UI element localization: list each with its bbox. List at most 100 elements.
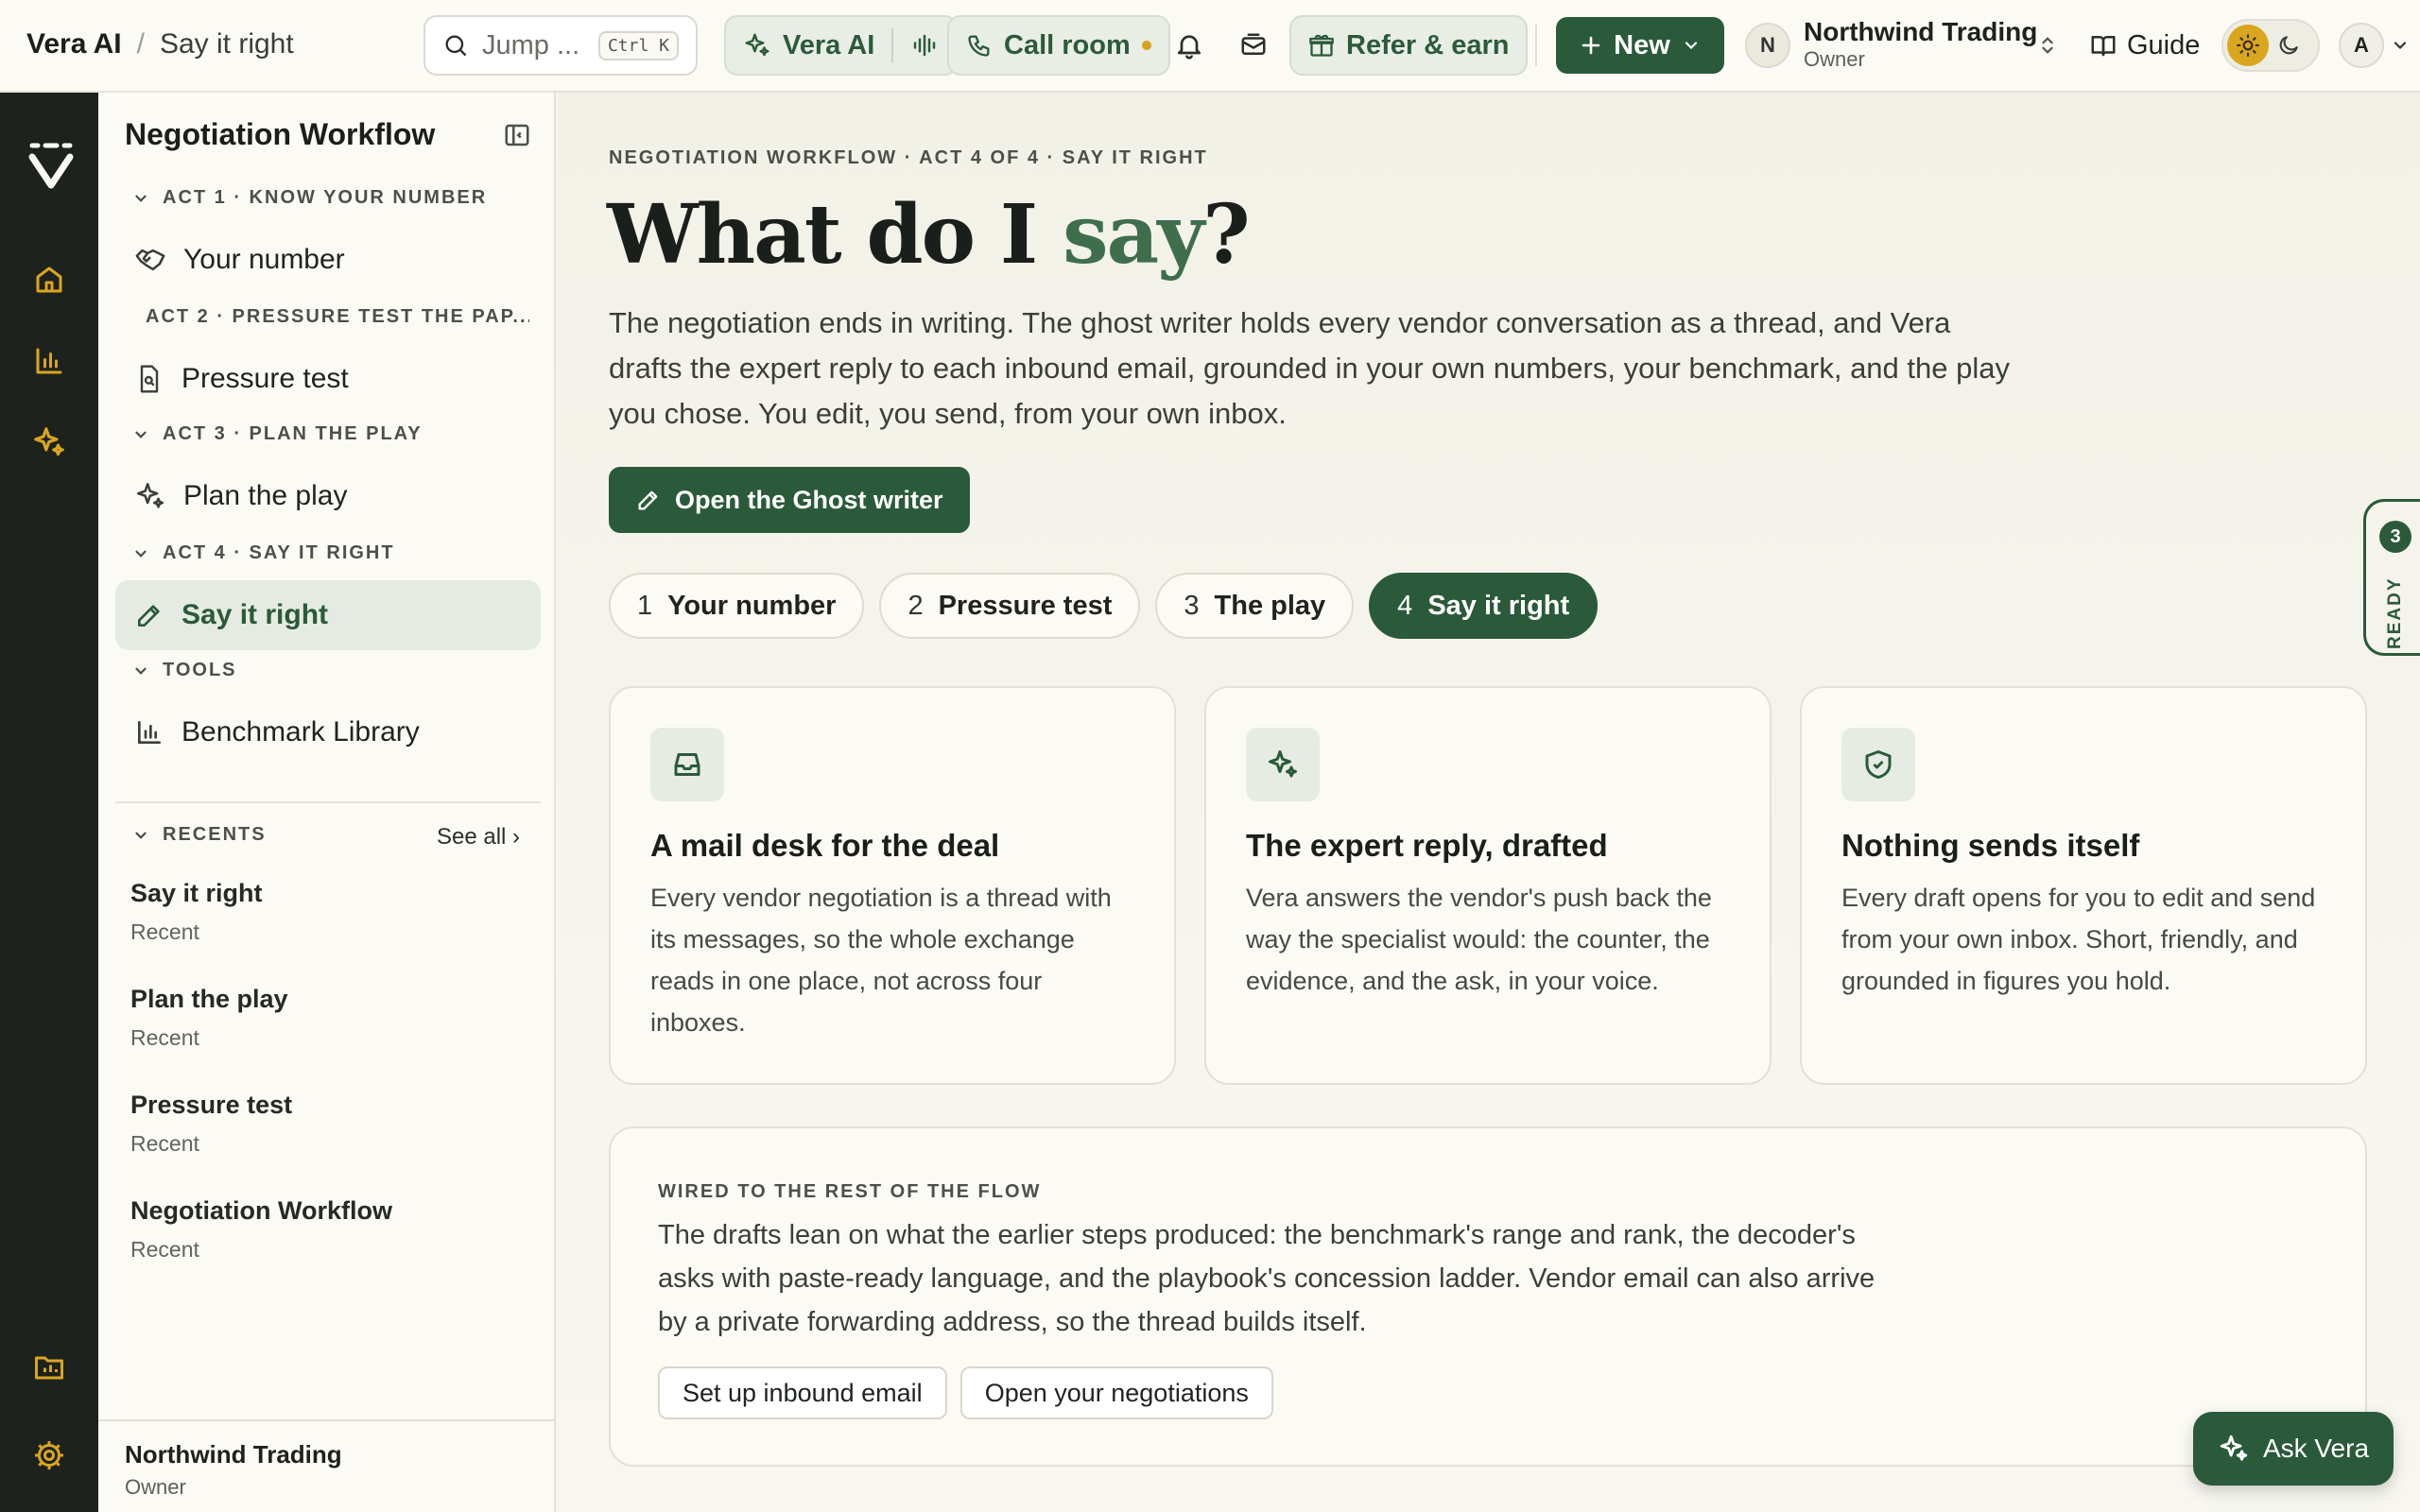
tab-say-it-right[interactable]: 4 Say it right [1369,573,1599,639]
recents-header[interactable]: RECENTS [132,824,267,846]
search-placeholder: Jump ... [482,29,580,60]
org-role: Owner [1804,47,1865,71]
title-accent: say [1063,187,1204,283]
handshake-icon [135,249,165,271]
sidebar-item-say-it-right[interactable]: Say it right [115,580,541,650]
call-room-button[interactable]: Call room [947,15,1170,76]
sparkle-icon [2220,1435,2248,1461]
ready-drawer-tab[interactable]: 3 READY [2363,499,2420,656]
org-name[interactable]: Northwind Trading [1804,17,2037,47]
act-3-label: ACT 3 · PLAN THE PLAY [163,423,423,444]
bell-icon[interactable] [1167,23,1212,68]
gear-icon[interactable] [25,1431,74,1480]
user-avatar[interactable]: A [2339,23,2384,68]
sidebar-title: Negotiation Workflow [125,117,436,151]
vera-logo-icon[interactable] [25,140,78,193]
setup-inbound-email-button[interactable]: Set up inbound email [658,1366,947,1419]
act-4-header[interactable]: ACT 4 · SAY IT RIGHT [132,542,529,564]
step-number: 3 [1184,590,1200,621]
guide-link[interactable]: Guide [2089,23,2200,68]
sidebar-item-label: Your number [183,244,345,275]
sun-icon[interactable] [2227,25,2269,66]
theme-toggle[interactable] [2221,19,2320,72]
sidebar-item-plan-the-play[interactable]: Plan the play [115,461,541,531]
open-ghost-writer-button[interactable]: Open the Ghost writer [609,467,970,533]
book-icon [2089,31,2118,60]
guide-label: Guide [2127,29,2201,60]
breadcrumb-current: Say it right [159,28,294,60]
step-number: 1 [637,590,653,621]
title-post: ? [1202,187,1250,283]
pencil-icon [638,490,658,510]
card-body: Every vendor negotiation is a thread wit… [650,884,1112,1037]
card-title: A mail desk for the deal [650,828,1000,863]
shield-check-icon [1841,728,1915,801]
chevron-down-icon [135,550,147,558]
chevron-down-icon [135,832,147,839]
breadcrumb: Vera AI / Say it right [26,28,294,60]
moon-icon[interactable] [2276,33,2301,58]
page-lead: The negotiation ends in writing. The gho… [609,306,2010,430]
inbox-tray-icon [650,728,724,801]
vera-ai-label: Vera AI [783,29,875,60]
recents-label: RECENTS [163,824,267,845]
recent-item[interactable]: Negotiation Workflow Recent [130,1196,392,1263]
org-avatar[interactable]: N [1745,23,1790,68]
sidebar-item-benchmark-library[interactable]: Benchmark Library [115,697,541,767]
open-negotiations-button[interactable]: Open your negotiations [959,1366,1273,1419]
recent-item[interactable]: Plan the play Recent [130,985,288,1051]
folder-chart-icon[interactable] [25,1342,74,1391]
tab-pressure-test[interactable]: 2 Pressure test [879,573,1141,639]
refer-earn-button[interactable]: Refer & earn [1289,15,1529,76]
tab-the-play[interactable]: 3 The play [1155,573,1355,639]
chevron-down-icon [135,431,147,438]
recent-item-sub: Recent [130,1237,199,1262]
act-3-header[interactable]: ACT 3 · PLAN THE PLAY [132,423,529,445]
vera-ai-button[interactable]: Vera AI [724,15,959,76]
act-1-header[interactable]: ACT 1 · KNOW YOUR NUMBER [132,187,529,209]
recent-item[interactable]: Say it right Recent [130,879,263,945]
feature-card-nothing-sends: Nothing sends itself Every draft opens f… [1800,686,2367,1085]
ready-label: READY [2385,576,2405,649]
card-title: Nothing sends itself [1841,828,2140,863]
title-pre: What do I [607,187,1063,283]
inbox-icon[interactable] [1231,23,1276,68]
sidebar-item-pressure-test[interactable]: Pressure test [115,344,541,414]
user-menu-chevron-icon[interactable] [2386,23,2414,68]
analytics-icon[interactable] [25,336,74,386]
sidebar-divider [115,801,541,803]
see-all-link[interactable]: See all › [437,824,520,850]
ask-vera-label: Ask Vera [2262,1434,2370,1463]
step-label: The play [1214,590,1326,621]
card-body: Every draft opens for you to edit and se… [1841,884,2316,995]
header-divider [1535,25,1537,66]
sparkle-icon[interactable] [25,418,74,467]
feature-card-mail-desk: A mail desk for the deal Every vendor ne… [609,686,1176,1085]
org-switcher-chevrons-icon[interactable] [2025,23,2070,68]
search-shortcut: Ctrl K [597,30,679,60]
tools-header[interactable]: TOOLS [132,660,529,681]
cta-label: Open the Ghost writer [675,485,943,514]
sidebar-item-your-number[interactable]: Your number [115,225,541,295]
step-label: Pressure test [938,590,1113,621]
home-icon[interactable] [25,255,74,304]
ask-vera-button[interactable]: Ask Vera [2193,1412,2394,1486]
search-input[interactable]: Jump ... Ctrl K [424,15,698,76]
wired-flow-panel: WIRED TO THE REST OF THE FLOW The drafts… [609,1126,2367,1467]
document-search-icon [140,365,159,393]
step-number: 4 [1397,590,1413,621]
collapse-sidebar-icon[interactable] [503,121,531,149]
recent-item-name: Say it right [130,879,263,907]
recent-item[interactable]: Pressure test Recent [130,1091,292,1157]
new-button[interactable]: New [1556,17,1724,74]
sidebar-footer[interactable]: Northwind Trading Owner [98,1419,556,1512]
tab-your-number[interactable]: 1 Your number [609,573,865,639]
gift-icon [1308,32,1335,59]
main-content: NEGOTIATION WORKFLOW · ACT 4 OF 4 · SAY … [558,93,2420,1512]
sidebar-item-label: Say it right [182,599,329,630]
voice-waveform-icon[interactable] [910,31,939,60]
footer-org-name: Northwind Trading [125,1440,342,1469]
recent-item-name: Pressure test [130,1091,293,1119]
act-2-header[interactable]: ACT 2 · PRESSURE TEST THE PAP... [132,306,529,328]
breadcrumb-root[interactable]: Vera AI [26,28,122,60]
